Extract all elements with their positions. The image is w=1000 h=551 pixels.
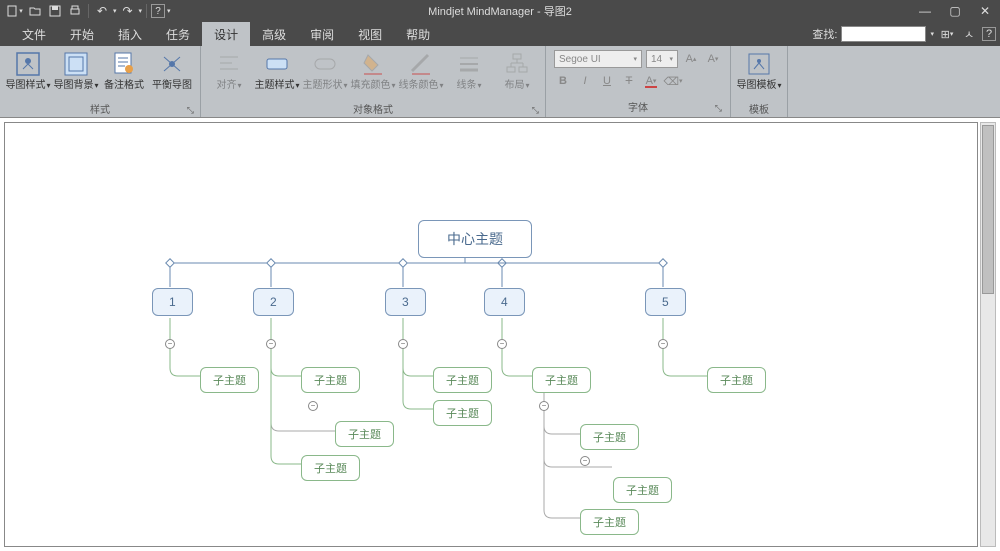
align-button: 对齐▾ xyxy=(207,50,251,92)
expand-icon[interactable]: ⤡ xyxy=(532,105,539,116)
maximize-button[interactable]: ▢ xyxy=(940,0,970,22)
main-topic-3[interactable]: 3 xyxy=(385,288,426,316)
main-topic-4[interactable]: 4 xyxy=(484,288,525,316)
italic-button: I xyxy=(576,72,594,90)
fill-color-button: 填充颜色▾ xyxy=(351,50,395,92)
ribbon-group-object-format: 对齐▾ 主题样式▾ 主题形状▾ 填充颜色▾ 线条颜色▾ 线条▾ xyxy=(201,46,546,117)
new-doc-icon[interactable]: ▾ xyxy=(6,2,24,20)
sub-topic[interactable]: 子主题 xyxy=(433,400,492,426)
window-controls: — ▢ ✕ xyxy=(910,0,1000,22)
grow-font-icon: A▴ xyxy=(682,50,700,68)
help-icon-2[interactable]: ? xyxy=(982,27,996,41)
center-topic[interactable]: 中心主题 xyxy=(418,220,532,258)
shrink-font-icon: A▾ xyxy=(704,50,722,68)
window-title: Mindjet MindManager - 导图2 xyxy=(428,3,572,19)
canvas-area: 中心主题 1 2 3 4 5 − − − − − 子主题 子主题 子主题 − 子… xyxy=(0,118,1000,551)
menu-insert[interactable]: 插入 xyxy=(106,22,154,46)
expand-icon[interactable]: ⤡ xyxy=(715,103,722,114)
collapse-toggle[interactable]: − xyxy=(308,401,318,411)
font-name-select: Segoe UI▾ xyxy=(554,50,642,68)
redo-icon[interactable]: ↷ xyxy=(119,2,137,20)
collapse-toggle[interactable]: − xyxy=(580,456,590,466)
undo-icon[interactable]: ↶ xyxy=(93,2,111,20)
balance-map-button[interactable]: 平衡导图 xyxy=(150,50,194,92)
toolbox-icon[interactable]: ⊞ ▾ xyxy=(938,25,956,43)
map-bg-button[interactable]: 导图背景▾ xyxy=(54,50,98,92)
menu-help[interactable]: 帮助 xyxy=(394,22,442,46)
sub-topic[interactable]: 子主题 xyxy=(532,367,591,393)
menu-task[interactable]: 任务 xyxy=(154,22,202,46)
sub-topic[interactable]: 子主题 xyxy=(613,477,672,503)
ribbon-group-template: 导图模板▾ 模板 xyxy=(731,46,788,117)
sub-topic[interactable]: 子主题 xyxy=(200,367,259,393)
collapse-toggle[interactable]: − xyxy=(658,339,668,349)
collapse-toggle[interactable]: − xyxy=(539,401,549,411)
ribbon-group-font: Segoe UI▾ 14▾ A▴ A▾ B I U T A▾ ⌫▾ 字体⤡ xyxy=(546,46,731,117)
main-topic-1[interactable]: 1 xyxy=(152,288,193,316)
menu-advanced[interactable]: 高级 xyxy=(250,22,298,46)
collapse-toggle[interactable]: − xyxy=(165,339,175,349)
search-input[interactable] xyxy=(841,26,926,42)
open-icon[interactable] xyxy=(26,2,44,20)
save-icon[interactable] xyxy=(46,2,64,20)
expand-icon[interactable]: ⤡ xyxy=(187,105,194,116)
collapse-ribbon-icon[interactable]: ㅅ xyxy=(960,25,978,43)
line-button: 线条▾ xyxy=(447,50,491,92)
map-template-button[interactable]: 导图模板▾ xyxy=(737,50,781,92)
topic-style-button[interactable]: 主题样式▾ xyxy=(255,50,299,92)
underline-button: U xyxy=(598,72,616,90)
mindmap-canvas[interactable]: 中心主题 1 2 3 4 5 − − − − − 子主题 子主题 子主题 − 子… xyxy=(4,122,978,547)
vertical-scrollbar[interactable] xyxy=(980,122,996,547)
title-bar: ▾ ↶▾ ↷▾ ?▾ Mindjet MindManager - 导图2 — ▢… xyxy=(0,0,1000,22)
separator xyxy=(88,4,89,18)
ribbon: 导图样式▾ 导图背景▾ 备注格式 平衡导图 样式⤡ 对齐▾ xyxy=(0,46,1000,118)
font-color-button: A▾ xyxy=(642,72,660,90)
main-topic-5[interactable]: 5 xyxy=(645,288,686,316)
sub-topic[interactable]: 子主题 xyxy=(707,367,766,393)
sub-topic[interactable]: 子主题 xyxy=(301,367,360,393)
sub-topic[interactable]: 子主题 xyxy=(433,367,492,393)
connectors xyxy=(5,123,977,546)
sub-topic[interactable]: 子主题 xyxy=(301,455,360,481)
line-color-button: 线条颜色▾ xyxy=(399,50,443,92)
ribbon-group-style: 导图样式▾ 导图背景▾ 备注格式 平衡导图 样式⤡ xyxy=(0,46,201,117)
help-icon[interactable]: ? xyxy=(151,4,165,18)
menu-file[interactable]: 文件 xyxy=(10,22,58,46)
main-topic-2[interactable]: 2 xyxy=(253,288,294,316)
font-size-select: 14▾ xyxy=(646,50,678,68)
search-label: 查找: xyxy=(812,26,837,42)
quick-access-toolbar: ▾ ↶▾ ↷▾ ?▾ xyxy=(0,2,171,20)
print-icon[interactable] xyxy=(66,2,84,20)
collapse-toggle[interactable]: − xyxy=(398,339,408,349)
scrollbar-thumb[interactable] xyxy=(982,125,994,294)
menu-bar: 文件 开始 插入 任务 设计 高级 审阅 视图 帮助 查找: ▾ ⊞ ▾ ㅅ ? xyxy=(0,22,1000,46)
topic-shape-button: 主题形状▾ xyxy=(303,50,347,92)
strike-button: T xyxy=(620,72,638,90)
bold-button: B xyxy=(554,72,572,90)
minimize-button[interactable]: — xyxy=(910,0,940,22)
menu-view[interactable]: 视图 xyxy=(346,22,394,46)
menu-design[interactable]: 设计 xyxy=(202,22,250,46)
sub-topic[interactable]: 子主题 xyxy=(580,509,639,535)
clear-format-button: ⌫▾ xyxy=(664,72,682,90)
sub-topic[interactable]: 子主题 xyxy=(335,421,394,447)
layout-button: 布局▾ xyxy=(495,50,539,92)
separator xyxy=(146,4,147,18)
note-fmt-button[interactable]: 备注格式 xyxy=(102,50,146,92)
close-button[interactable]: ✕ xyxy=(970,0,1000,22)
collapse-toggle[interactable]: − xyxy=(497,339,507,349)
collapse-toggle[interactable]: − xyxy=(266,339,276,349)
map-style-button[interactable]: 导图样式▾ xyxy=(6,50,50,92)
menu-review[interactable]: 审阅 xyxy=(298,22,346,46)
sub-topic[interactable]: 子主题 xyxy=(580,424,639,450)
menu-home[interactable]: 开始 xyxy=(58,22,106,46)
